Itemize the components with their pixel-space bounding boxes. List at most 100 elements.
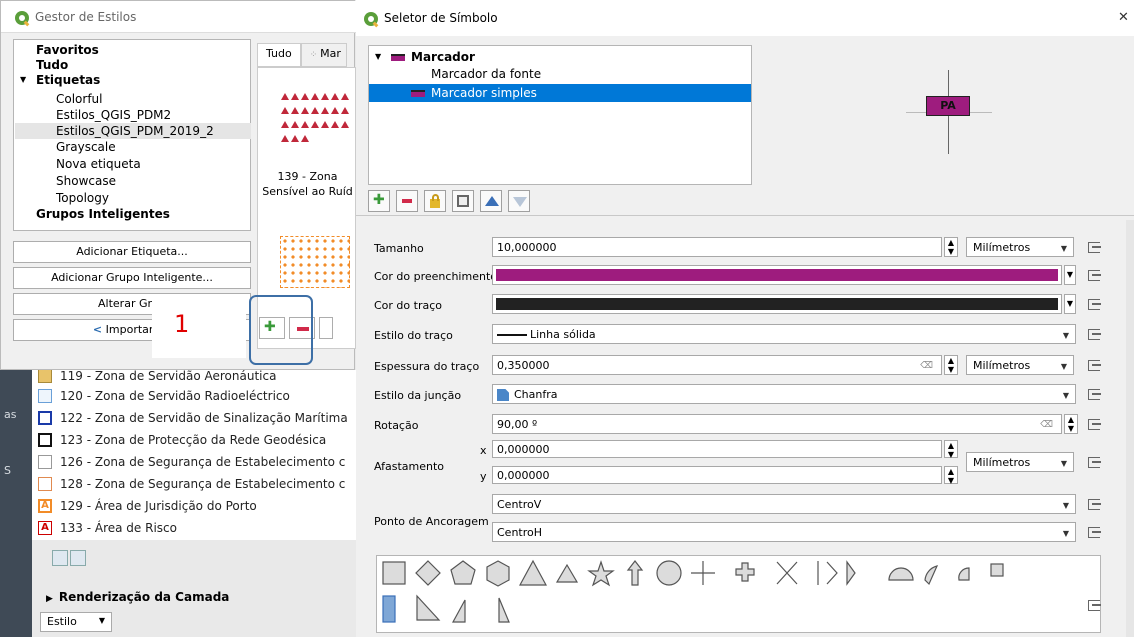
list-item[interactable]: A 129 - Área de Jurisdição do Porto [38, 496, 257, 516]
stroke-style-select[interactable]: Linha sólida ▼ [492, 324, 1076, 344]
diagonal-half-square-icon[interactable] [416, 594, 441, 621]
tree-item-smart-groups[interactable]: Grupos Inteligentes [36, 206, 170, 222]
tree-item-all[interactable]: Tudo [36, 57, 68, 73]
tree-item-marker[interactable]: Marcador [391, 48, 475, 66]
circle-icon[interactable] [656, 560, 682, 586]
add-tag-button[interactable]: Adicionar Etiqueta... [13, 241, 251, 263]
chevron-down-icon[interactable]: ▼ [1064, 265, 1076, 285]
clear-icon[interactable]: ⌫ [920, 359, 933, 374]
offset-x-input[interactable]: 0,000000 [492, 440, 942, 458]
list-item[interactable]: A 133 - Área de Risco [38, 518, 177, 538]
offset-x-stepper[interactable]: ▲ ▼ [944, 440, 958, 459]
tree-item-tags[interactable]: Etiquetas [36, 72, 100, 88]
diamond-icon[interactable] [415, 560, 441, 586]
rotation-stepper[interactable]: ▲ ▼ [1064, 414, 1078, 434]
size-stepper[interactable]: ▲ ▼ [944, 237, 958, 257]
remove-layer-button[interactable] [396, 190, 418, 212]
stroke-color-button[interactable] [492, 294, 1062, 314]
fill-color-button[interactable] [492, 265, 1062, 285]
collapse-arrow-icon[interactable]: ▼ [375, 48, 381, 66]
tree-item-tag[interactable]: Grayscale [56, 139, 116, 155]
x-icon[interactable] [776, 561, 798, 585]
cross-fill-icon[interactable] [735, 562, 755, 582]
dot-square-icon [38, 455, 52, 469]
list-item[interactable]: 123 - Zona de Protecção da Rede Geodésic… [38, 430, 326, 450]
stroke-width-stepper[interactable]: ▲ ▼ [944, 355, 958, 375]
offset-y-input[interactable]: 0,000000 [492, 466, 942, 484]
anchor-v-select[interactable]: CentroV ▼ [492, 494, 1076, 514]
data-override-icon[interactable] [1086, 524, 1102, 540]
list-item[interactable]: 122 - Zona de Servidão de Sinalização Ma… [38, 408, 348, 428]
render-section-header[interactable]: ▶ Renderização da Camada [32, 586, 358, 611]
tree-item-tag[interactable]: Topology [56, 190, 109, 206]
offset-y-stepper[interactable]: ▲ ▼ [944, 466, 958, 485]
left-half-triangle-icon[interactable] [451, 599, 466, 623]
size-unit-select[interactable]: Milímetros ▼ [966, 237, 1074, 257]
right-half-triangle-icon[interactable] [498, 597, 510, 623]
list-view-button[interactable] [70, 550, 86, 566]
tree-item-tag[interactable]: Estilos_QGIS_PDM2 [56, 107, 171, 123]
triangle-pattern-icon[interactable] [280, 90, 350, 146]
add-smart-group-button[interactable]: Adicionar Grupo Inteligente... [13, 267, 251, 289]
anchor-h-select[interactable]: CentroH ▼ [492, 522, 1076, 542]
pentagon-icon[interactable] [450, 560, 476, 585]
duplicate-layer-button[interactable] [452, 190, 474, 212]
triangle-icon[interactable] [518, 559, 548, 586]
offset-unit-select[interactable]: Milímetros ▼ [966, 452, 1074, 472]
rotation-input[interactable]: 90,00 º ⌫ [492, 414, 1062, 434]
tree-item-tag[interactable]: Colorful [56, 91, 103, 107]
data-override-icon[interactable] [1086, 454, 1102, 470]
filled-arrowhead-icon[interactable] [846, 560, 856, 586]
stroke-width-unit-select[interactable]: Milímetros ▼ [966, 355, 1074, 375]
move-up-button[interactable] [480, 190, 502, 212]
third-circle-icon[interactable] [924, 565, 939, 586]
icon-view-button[interactable] [52, 550, 68, 566]
clear-icon[interactable]: ⌫ [1040, 418, 1053, 433]
tab-all[interactable]: Tudo [257, 43, 301, 67]
data-override-icon[interactable] [1086, 496, 1102, 512]
quarter-circle-icon[interactable] [958, 567, 970, 581]
data-override-icon[interactable] [1086, 386, 1102, 402]
data-override-icon[interactable] [1086, 357, 1102, 373]
tree-item-tag[interactable]: Showcase [56, 173, 116, 189]
tab-marker[interactable]: ⁘ Mar [300, 43, 347, 67]
edit-symbol-button[interactable] [319, 317, 333, 339]
square-icon[interactable] [382, 561, 406, 585]
chevron-down-icon[interactable]: ▼ [1064, 294, 1076, 314]
data-override-icon[interactable] [1086, 597, 1102, 613]
style-combo[interactable]: Estilo ▼ [40, 612, 112, 632]
cross-icon[interactable] [691, 561, 715, 585]
star-icon[interactable] [587, 560, 615, 587]
quarter-square-icon[interactable] [990, 563, 1004, 577]
arrow-icon[interactable] [626, 560, 644, 586]
vertical-scrollbar[interactable] [1126, 220, 1134, 637]
join-style-select[interactable]: Chanfra ▼ [492, 384, 1076, 404]
list-item[interactable]: 128 - Zona de Segurança de Estabelecimen… [38, 474, 345, 494]
data-override-icon[interactable] [1086, 296, 1102, 312]
tree-item-font-marker[interactable]: Marcador da fonte [411, 65, 541, 83]
collapse-arrow-icon[interactable]: ▼ [20, 72, 26, 88]
data-override-icon[interactable] [1086, 416, 1102, 432]
add-layer-button[interactable]: ✚ [368, 190, 390, 212]
hexagon-icon[interactable] [486, 560, 510, 587]
semicircle-icon[interactable] [888, 567, 914, 581]
tree-item-tag[interactable]: Estilos_QGIS_PDM_2019_2 [56, 123, 214, 139]
arrowhead-icon[interactable] [826, 561, 838, 585]
equilateral-triangle-icon[interactable] [555, 563, 579, 583]
offset-label: Afastamento [374, 460, 445, 473]
half-square-icon[interactable] [382, 595, 396, 623]
tree-item-tag[interactable]: Nova etiqueta [56, 156, 141, 172]
close-icon[interactable]: ✕ [1118, 10, 1129, 25]
list-item[interactable]: 120 - Zona de Servidão Radioeléctrico [38, 386, 290, 406]
data-override-icon[interactable] [1086, 267, 1102, 283]
list-item[interactable]: 126 - Zona de Segurança de Estabelecimen… [38, 452, 345, 472]
data-override-icon[interactable] [1086, 239, 1102, 255]
stroke-width-input[interactable]: 0,350000 ⌫ [492, 355, 942, 375]
size-input[interactable]: 10,000000 [492, 237, 942, 257]
tree-item-simple-marker[interactable]: Marcador simples [411, 84, 537, 102]
data-override-icon[interactable] [1086, 326, 1102, 342]
dot-pattern-icon[interactable] [280, 236, 350, 288]
move-down-button[interactable] [508, 190, 530, 212]
tree-item-favorites[interactable]: Favoritos [36, 42, 99, 58]
lock-layer-button[interactable] [424, 190, 446, 212]
